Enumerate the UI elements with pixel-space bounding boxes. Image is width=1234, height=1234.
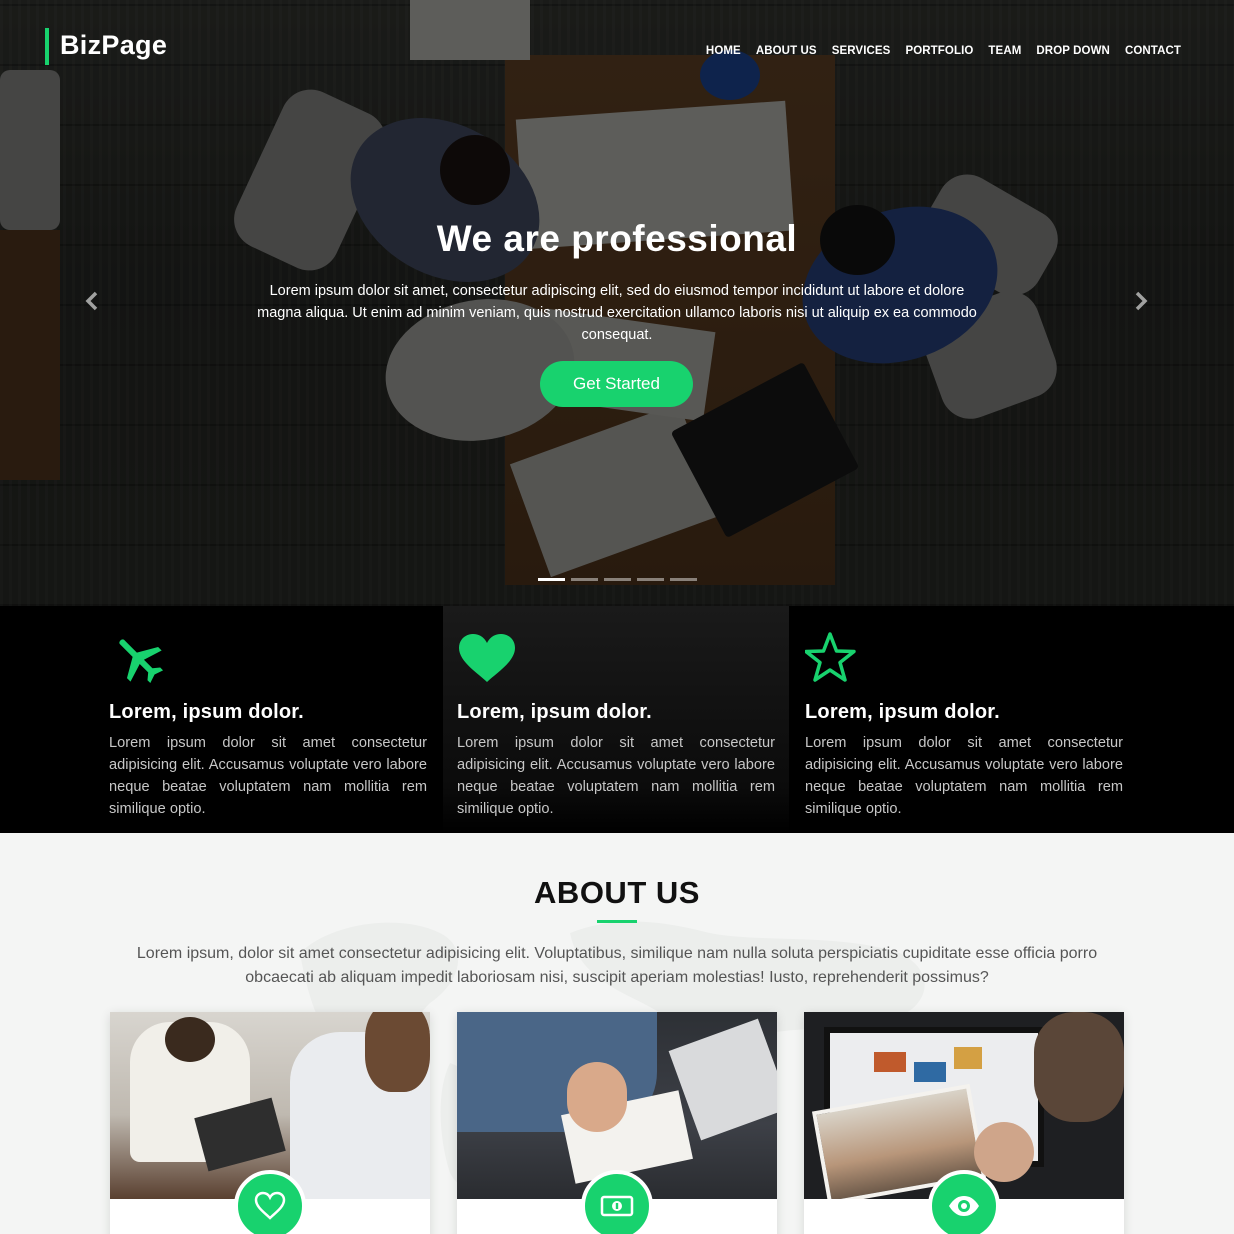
carousel-indicator[interactable]: [604, 578, 631, 581]
feature-text: Lorem ipsum dolor sit amet consectetur a…: [457, 735, 775, 817]
carousel-prev-button[interactable]: [77, 286, 107, 316]
nav-item-services[interactable]: SERVICES: [832, 45, 891, 57]
feature-title: Lorem, ipsum dolor.: [109, 701, 304, 723]
main-menu: HOME ABOUT US SERVICES PORTFOLIO TEAM DR…: [691, 45, 1181, 57]
star-icon: [804, 632, 856, 682]
feature-box: Lorem, ipsum dolor. Lorem ipsum dolor si…: [791, 606, 1137, 833]
plane-icon: [119, 639, 164, 684]
feature-text: Lorem ipsum dolor sit amet consectetur a…: [109, 735, 427, 817]
nav-item-team[interactable]: TEAM: [988, 45, 1021, 57]
card-image-shape: [165, 1017, 215, 1062]
get-started-button[interactable]: Get Started: [540, 361, 693, 407]
about-description: Lorem ipsum, dolor sit amet consectetur …: [136, 945, 1098, 986]
hero-description: Lorem ipsum dolor sit amet, consectetur …: [257, 283, 977, 343]
hero-title: We are professional: [436, 218, 798, 259]
card-image-shape: [1034, 1012, 1124, 1122]
card-image-shape: [567, 1062, 627, 1132]
feature-text: Lorem ipsum dolor sit amet consectetur a…: [805, 735, 1123, 817]
nav-item-contact[interactable]: CONTACT: [1125, 45, 1181, 57]
nav-item-portfolio[interactable]: PORTFOLIO: [905, 45, 973, 57]
eye-icon: [949, 1196, 979, 1216]
money-icon: [600, 1195, 634, 1217]
feature-box: Lorem, ipsum dolor. Lorem ipsum dolor si…: [443, 606, 789, 833]
top-navbar: BizPage HOME ABOUT US SERVICES PORTFOLIO…: [0, 0, 1234, 100]
feature-box: Lorem, ipsum dolor. Lorem ipsum dolor si…: [95, 606, 441, 833]
feature-title: Lorem, ipsum dolor.: [805, 701, 1000, 723]
nav-item-about-us[interactable]: ABOUT US: [756, 45, 817, 57]
about-section: ABOUT US Lorem ipsum, dolor sit amet con…: [0, 833, 1234, 1234]
chevron-right-icon: [1135, 291, 1148, 311]
featured-services: Lorem, ipsum dolor. Lorem ipsum dolor si…: [0, 606, 1234, 833]
feature-title: Lorem, ipsum dolor.: [457, 701, 652, 723]
logo-accent-bar: [45, 28, 49, 65]
about-card[interactable]: [110, 1012, 430, 1234]
card-image-shape: [874, 1052, 906, 1072]
card-icon-badge: [928, 1170, 1000, 1234]
title-underline: [597, 920, 637, 923]
hero-carousel: BizPage HOME ABOUT US SERVICES PORTFOLIO…: [0, 0, 1234, 606]
card-image-shape: [914, 1062, 946, 1082]
carousel-indicator[interactable]: [538, 578, 565, 581]
carousel-indicator[interactable]: [670, 578, 697, 581]
heart-outline-icon: [254, 1191, 286, 1220]
card-image-shape: [954, 1047, 982, 1069]
carousel-indicators: [538, 578, 697, 581]
about-card[interactable]: [804, 1012, 1124, 1234]
card-image-shape: [365, 1012, 430, 1092]
card-icon-badge: [234, 1170, 306, 1234]
nav-item-drop-down[interactable]: DROP DOWN: [1036, 45, 1110, 57]
site-logo[interactable]: BizPage: [60, 30, 167, 61]
about-card[interactable]: [457, 1012, 777, 1234]
about-title: ABOUT US: [534, 875, 700, 910]
card-image-shape: [974, 1122, 1034, 1182]
carousel-next-button[interactable]: [1126, 286, 1156, 316]
heart-icon: [459, 634, 515, 682]
carousel-indicator[interactable]: [571, 578, 598, 581]
card-icon-badge: [581, 1170, 653, 1234]
nav-item-home[interactable]: HOME: [706, 45, 741, 57]
chevron-left-icon: [85, 291, 98, 311]
carousel-indicator[interactable]: [637, 578, 664, 581]
